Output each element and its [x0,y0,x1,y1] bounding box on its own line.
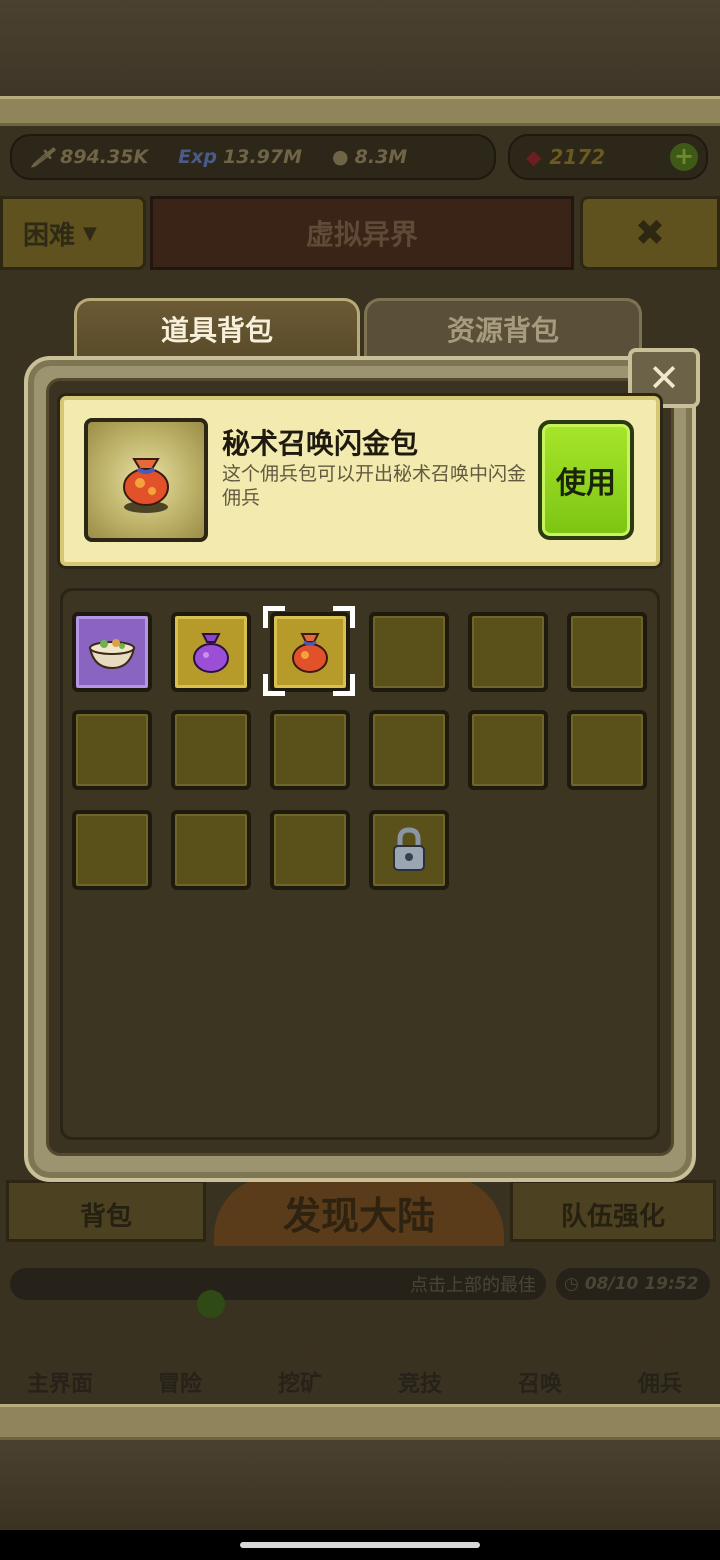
nav-arena-label: 竞技 [397,1372,442,1397]
background-map-bottom [0,1440,720,1530]
nav-mining[interactable]: ⛏ 挖矿 [245,1298,355,1398]
nav-mining-label: 挖矿 [277,1372,322,1397]
nav-summon-label: 召唤 [517,1372,562,1397]
gem-value: 2172 [549,145,606,169]
hint-bar: 点击上部的最佳 [10,1268,546,1300]
item-slot-4[interactable] [369,612,449,692]
nav-mercenary-label: 佣兵 [637,1372,682,1397]
difficulty-dropdown[interactable]: 困难 ▼ [0,196,146,270]
hint-text: 点击上部的最佳 [410,1275,536,1296]
background-map-top [0,0,720,100]
item-slot-2[interactable] [171,612,251,692]
item-slot-1[interactable] [72,612,152,692]
sword-icon: 🗡 [30,146,55,169]
selected-item-icon [84,418,208,542]
item-slot-13[interactable] [72,810,152,890]
locked-slot[interactable] [369,810,449,890]
crossed-swords-icon: ⚔ [400,1314,440,1365]
discover-continent-button[interactable]: 发现大陆 [214,1176,504,1246]
area-title: 虚拟异界 [150,196,574,270]
item-slot-5[interactable] [468,612,548,692]
nav-adventure[interactable]: ♣ 冒险 [125,1290,235,1398]
purple-bag-icon [193,633,229,673]
tab-resource-bag[interactable]: 资源背包 [364,298,642,356]
exp-resource: Exp 13.97M [178,146,302,168]
gold-resource: ● 8.3M [332,146,407,168]
home-indicator[interactable] [240,1542,480,1548]
item-slot-14[interactable] [171,810,251,890]
nav-main[interactable]: ▤ 主界面 [5,1298,115,1398]
item-slot-12[interactable] [567,710,647,790]
scroll-map-icon: ▤ [39,1314,81,1365]
item-slot-6[interactable] [567,612,647,692]
item-slot-10[interactable] [369,710,449,790]
nav-mercenary[interactable]: ▲ 佣兵 [605,1298,715,1398]
clock-icon: ◷ [564,1274,579,1294]
nav-main-label: 主界面 [26,1372,93,1397]
summon-scroll-icon: ✎ [521,1314,559,1365]
gem-bar: ◆ 2172 + [508,134,708,180]
exp-value: 13.97M [223,146,303,168]
item-slot-9[interactable] [270,710,350,790]
notification-dot [197,1290,225,1318]
lock-icon [393,827,425,871]
red-bag-icon [123,458,169,513]
item-slot-7[interactable] [72,710,152,790]
use-button[interactable]: 使用 [538,420,634,540]
pickaxe-icon: ⛏ [272,1314,328,1365]
close-icon: ✕ [648,356,680,400]
tent-icon: ▲ [643,1314,677,1365]
nav-summon[interactable]: ✎ 召唤 [485,1298,595,1398]
bottom-nav: ▤ 主界面 ♣ 冒险 ⛏ 挖矿 ⚔ 竞技 ✎ 召唤 ▲ 佣兵 [0,1290,720,1404]
gem-icon: ◆ [526,145,542,169]
item-slot-8[interactable] [171,710,251,790]
difficulty-label: 困难 [23,220,76,251]
selection-frame [263,606,355,696]
item-slot-15[interactable] [270,810,350,890]
nav-arena[interactable]: ⚔ 竞技 [365,1298,475,1398]
exp-icon: Exp [178,146,218,168]
map-button[interactable]: ✖ [580,196,720,270]
add-gems-button[interactable]: + [670,143,698,171]
map-icon: ✖ [634,212,666,254]
item-name: 秘术召唤闪金包 [222,427,419,460]
frame-band-top [0,96,720,126]
chevron-down-icon: ▼ [83,222,97,244]
attack-resource: 🗡 894.35K [30,146,148,169]
team-upgrade-tab[interactable]: 队伍强化 [510,1180,716,1242]
time-text: 08/10 19:52 [584,1274,699,1294]
attack-value: 894.35K [60,146,149,168]
resource-bar: 🗡 894.35K Exp 13.97M ● 8.3M [10,134,496,180]
adventure-icon: ♣ [160,1314,200,1365]
time-bar: ◷ 08/10 19:52 [556,1268,710,1300]
item-slot-11[interactable] [468,710,548,790]
food-bowl-icon [88,639,136,670]
item-description: 这个佣兵包可以开出秘术召唤中闪金佣兵 [222,463,527,509]
frame-band-bottom [0,1404,720,1440]
gold-value: 8.3M [354,146,408,168]
nav-adventure-label: 冒险 [157,1372,202,1397]
bag-tab[interactable]: 背包 [6,1180,206,1242]
coin-icon: ● [332,146,349,168]
tab-item-bag[interactable]: 道具背包 [74,298,360,356]
